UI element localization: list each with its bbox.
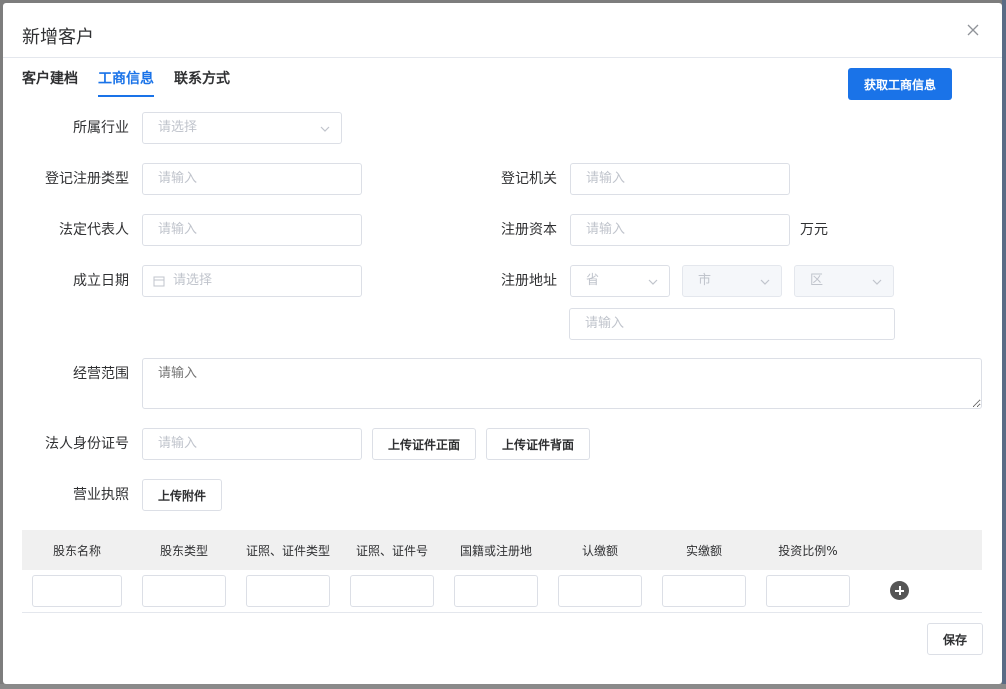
province-select[interactable]: 省	[570, 265, 670, 297]
subscribed-amount-input[interactable]	[558, 575, 642, 607]
add-row-icon[interactable]	[890, 581, 909, 600]
legal-rep-input[interactable]: 请输入	[142, 214, 362, 246]
found-date-picker[interactable]: 请选择	[142, 265, 362, 297]
industry-label: 所属行业	[73, 120, 129, 136]
chevron-down-icon	[320, 126, 330, 132]
upload-attachment-button[interactable]: 上传附件	[142, 479, 222, 511]
reg-capital-label: 注册资本	[501, 222, 557, 238]
district-placeholder: 区	[810, 273, 824, 288]
calendar-icon	[153, 276, 165, 287]
address-detail-placeholder: 请输入	[585, 316, 625, 331]
title-divider	[3, 57, 1002, 58]
col-header: 实缴额	[685, 543, 722, 558]
address-detail-input[interactable]: 请输入	[569, 308, 895, 340]
tab-contact[interactable]: 联系方式	[174, 69, 230, 99]
investment-ratio-input[interactable]	[766, 575, 850, 607]
shareholders-table: 股东名称 股东类型 证照、证件类型 证照、证件号 国籍或注册地 认缴额 实缴额 …	[22, 530, 982, 613]
col-header: 证照、证件号	[355, 543, 428, 558]
reg-address-label: 注册地址	[501, 273, 557, 289]
col-header: 股东名称	[52, 543, 101, 558]
reg-type-input[interactable]: 请输入	[142, 163, 362, 195]
legal-id-placeholder: 请输入	[158, 436, 198, 451]
city-placeholder: 市	[698, 273, 712, 288]
legal-id-label: 法人身份证号	[45, 436, 129, 452]
business-scope-label: 经营范围	[73, 366, 129, 382]
reg-capital-input[interactable]: 请输入	[570, 214, 790, 246]
found-date-label: 成立日期	[73, 273, 129, 289]
industry-select[interactable]: 请选择	[142, 112, 342, 144]
legal-rep-placeholder: 请输入	[158, 222, 198, 237]
reg-authority-placeholder: 请输入	[586, 171, 626, 186]
certificate-type-input[interactable]	[246, 575, 330, 607]
table-header: 股东名称 股东类型 证照、证件类型 证照、证件号 国籍或注册地 认缴额 实缴额 …	[22, 530, 982, 570]
backdrop-bottom	[0, 684, 1006, 689]
city-select[interactable]: 市	[682, 265, 782, 297]
reg-capital-unit: 万元	[800, 222, 828, 238]
reg-type-placeholder: 请输入	[158, 171, 198, 186]
upload-id-front-button[interactable]: 上传证件正面	[372, 428, 476, 460]
tab-customer-profile[interactable]: 客户建档	[22, 69, 78, 99]
legal-id-input[interactable]: 请输入	[142, 428, 362, 460]
certificate-number-input[interactable]	[350, 575, 434, 607]
col-header: 股东类型	[159, 543, 208, 558]
upload-id-back-button[interactable]: 上传证件背面	[486, 428, 590, 460]
chevron-down-icon	[872, 279, 882, 285]
found-date-placeholder: 请选择	[173, 273, 213, 288]
shareholder-type-input[interactable]	[142, 575, 226, 607]
reg-capital-placeholder: 请输入	[586, 222, 626, 237]
reg-authority-label: 登记机关	[501, 171, 557, 187]
col-header: 证照、证件类型	[245, 543, 330, 558]
license-label: 营业执照	[73, 487, 129, 503]
col-header: 投资比例%	[778, 543, 838, 558]
fetch-business-info-button[interactable]: 获取工商信息	[848, 68, 952, 100]
province-placeholder: 省	[586, 273, 600, 288]
business-scope-textarea[interactable]	[142, 358, 982, 409]
district-select[interactable]: 区	[794, 265, 894, 297]
shareholder-name-input[interactable]	[32, 575, 122, 607]
reg-authority-input[interactable]: 请输入	[570, 163, 790, 195]
close-icon[interactable]	[966, 23, 980, 37]
nationality-input[interactable]	[454, 575, 538, 607]
tab-bar: 客户建档 工商信息 联系方式	[22, 69, 230, 99]
table-row	[22, 570, 982, 613]
industry-placeholder: 请选择	[158, 120, 198, 135]
paid-amount-input[interactable]	[662, 575, 746, 607]
chevron-down-icon	[648, 279, 658, 285]
reg-type-label: 登记注册类型	[45, 171, 129, 187]
save-button[interactable]: 保存	[927, 623, 983, 655]
new-customer-dialog: 新增客户 客户建档 工商信息 联系方式 获取工商信息 所属行业 请选择 登记注册…	[3, 3, 1002, 684]
chevron-down-icon	[760, 279, 770, 285]
backdrop-edge	[1002, 0, 1006, 689]
col-header: 认缴额	[581, 543, 618, 558]
legal-rep-label: 法定代表人	[59, 222, 129, 238]
tab-business-info[interactable]: 工商信息	[98, 69, 154, 99]
col-header: 国籍或注册地	[459, 543, 532, 558]
dialog-title: 新增客户	[22, 27, 94, 48]
